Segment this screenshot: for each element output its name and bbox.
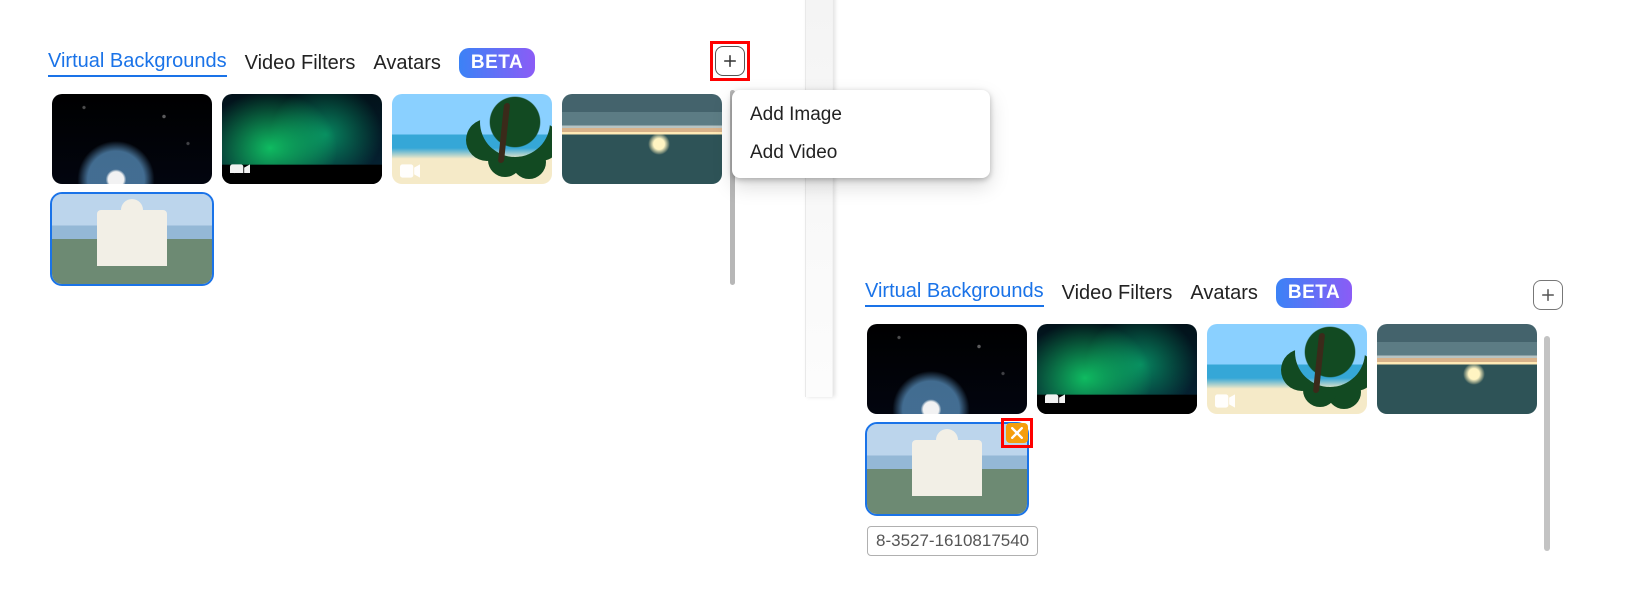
close-icon (1011, 427, 1023, 439)
tab-video-filters[interactable]: Video Filters (1062, 282, 1173, 305)
background-thumb-sea[interactable] (562, 94, 722, 184)
background-thumb-aurora[interactable] (1037, 324, 1197, 414)
tab-avatars[interactable]: Avatars (373, 52, 440, 75)
beta-badge: BETA (1276, 278, 1352, 308)
tab-virtual-backgrounds[interactable]: Virtual Backgrounds (865, 280, 1044, 307)
delete-background-highlight (1001, 418, 1033, 448)
tab-video-filters[interactable]: Video Filters (245, 52, 356, 75)
background-filename-tooltip: 8-3527-1610817540 (867, 526, 1038, 556)
menu-item-add-image[interactable]: Add Image (732, 96, 990, 134)
video-icon (1215, 394, 1235, 408)
background-thumbnails (52, 94, 732, 284)
background-thumb-aurora[interactable] (222, 94, 382, 184)
plus-icon (721, 52, 739, 70)
background-thumb-earth[interactable] (867, 324, 1027, 414)
delete-background-button[interactable] (1006, 423, 1028, 443)
add-background-button[interactable] (715, 46, 745, 76)
plus-icon (1539, 286, 1557, 304)
background-thumbnails (867, 324, 1567, 514)
menu-item-add-video[interactable]: Add Video (732, 134, 990, 172)
background-thumb-capitol[interactable] (52, 194, 212, 284)
tab-virtual-backgrounds[interactable]: Virtual Backgrounds (48, 50, 227, 77)
background-thumb-earth[interactable] (52, 94, 212, 184)
background-thumb-capitol[interactable] (867, 424, 1027, 514)
tabs: Virtual Backgrounds Video Filters Avatar… (48, 48, 535, 78)
add-background-menu: Add Image Add Video (732, 90, 990, 178)
background-thumb-beach[interactable] (392, 94, 552, 184)
panel-add-menu: Virtual Backgrounds Video Filters Avatar… (0, 0, 830, 400)
scrollbar[interactable] (1544, 336, 1550, 551)
tab-avatars[interactable]: Avatars (1190, 282, 1257, 305)
video-icon (1045, 394, 1065, 408)
beta-badge: BETA (459, 48, 535, 78)
add-button-highlight (710, 41, 750, 81)
panel-edge (805, 0, 833, 397)
tabs: Virtual Backgrounds Video Filters Avatar… (865, 278, 1352, 308)
video-icon (230, 164, 250, 178)
add-background-button[interactable] (1533, 280, 1563, 310)
background-thumb-beach[interactable] (1207, 324, 1367, 414)
video-icon (400, 164, 420, 178)
background-thumb-sea[interactable] (1377, 324, 1537, 414)
